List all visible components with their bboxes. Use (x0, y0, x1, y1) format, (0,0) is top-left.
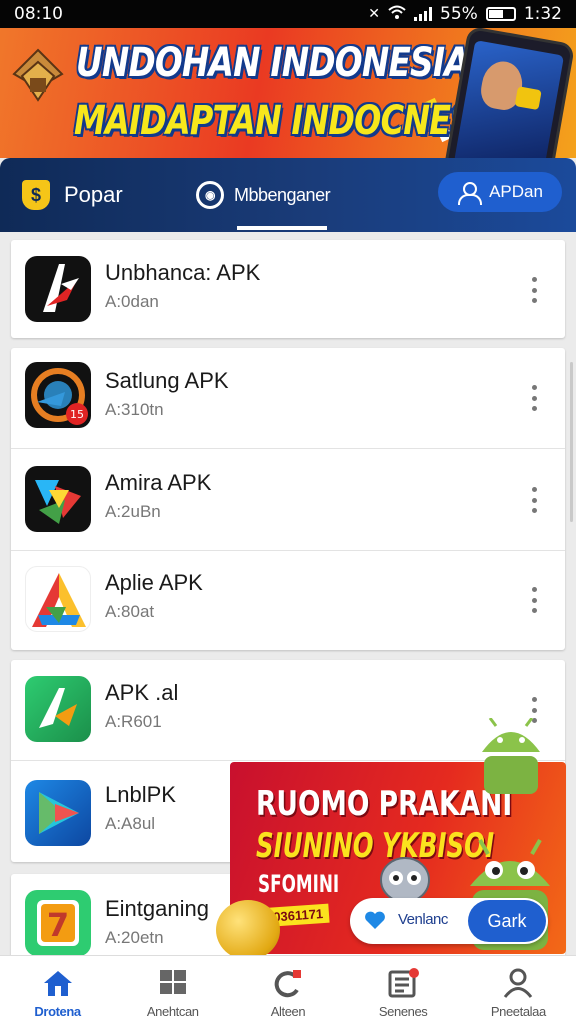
refresh-icon (274, 970, 301, 998)
heart-icon (365, 911, 385, 929)
top-promo-banner[interactable]: UNDOHAN INDONESIA MAIDAPTAN INDOCNESIA (0, 28, 576, 158)
app-subtitle: A:80at (105, 602, 155, 621)
bottom-navigation: Drotena Anehtcan Alteen Senenes Pneetala… (0, 955, 576, 1024)
apk-button-label: APDan (489, 182, 543, 201)
tab-popular-label: Popar (64, 182, 123, 207)
more-options-icon[interactable] (529, 277, 539, 303)
status-time-left: 08:10 (14, 4, 63, 24)
app-screen: 08:10 ✕ 55% 1:32 UNDOHAN INDONESIA MAIDA… (0, 0, 576, 1024)
app-name: Aplie APK (105, 570, 203, 595)
status-bar: 08:10 ✕ 55% 1:32 (0, 0, 576, 28)
green-arrow-app-icon (25, 676, 91, 742)
app-name: LnblPK (105, 782, 176, 807)
trophy-icon: $ (22, 180, 50, 210)
app-subtitle: A:A8ul (105, 814, 156, 833)
svg-text:15: 15 (70, 408, 84, 421)
more-options-icon[interactable] (529, 385, 539, 411)
app-subtitle: A:R601 (105, 712, 162, 731)
red-arrow-app-icon (25, 256, 91, 322)
promo-caption: SFOMINI (258, 870, 340, 898)
signal-icon (414, 7, 433, 21)
seven-card-app-icon: 7 (25, 890, 91, 956)
battery-percent: 55% (440, 4, 478, 24)
list-item[interactable]: Aplie APK A:80at (11, 550, 565, 650)
app-name: Satlung APK (105, 368, 229, 393)
nav-item-grid[interactable]: Anehtcan (115, 956, 230, 1024)
app-subtitle: A:310tn (105, 400, 164, 419)
promo-go-button[interactable]: Gark (468, 900, 546, 942)
profile-icon (504, 968, 533, 998)
tab-middle[interactable]: ◉ Mbbenganer (196, 158, 331, 232)
promo-headline: RUOMO PRAKANI (256, 784, 513, 824)
app-subtitle: A:20etn (105, 928, 164, 947)
tab-popular[interactable]: $ Popar (22, 158, 123, 232)
nav-item-refresh[interactable]: Alteen (230, 956, 345, 1024)
more-options-icon[interactable] (529, 587, 539, 613)
dashboard-app-icon: 15 (25, 362, 91, 428)
nav-item-profile[interactable]: Pneetalaa (461, 956, 576, 1024)
app-name: Eintganing (105, 896, 209, 921)
app-subtitle: A:0dan (105, 292, 159, 311)
nav-label: Drotena (34, 1004, 81, 1019)
list-item[interactable]: Unbhanca: APK A:0dan (11, 240, 565, 340)
status-indicators: ✕ 55% 1:32 (368, 4, 562, 24)
android-robot-icon (482, 718, 540, 794)
status-time-right: 1:32 (523, 4, 562, 24)
nav-item-news[interactable]: Senenes (346, 956, 461, 1024)
gold-coin-icon (216, 900, 280, 960)
banner-subheadline: MAIDAPTAN INDOCNESIA (74, 98, 508, 144)
apk-account-button[interactable]: APDan (438, 172, 562, 212)
nav-label: Pneetalaa (490, 1004, 546, 1019)
rainbow-a-app-icon (25, 566, 91, 632)
active-tab-indicator (237, 226, 327, 230)
play-store-app-icon (25, 780, 91, 846)
list-item[interactable]: Amira APK A:2uBn (11, 450, 565, 550)
home-icon (43, 971, 72, 996)
app-name: Amira APK (105, 470, 212, 495)
temple-logo-icon (12, 48, 64, 102)
banner-headline: UNDOHAN INDONESIA (76, 40, 470, 86)
more-options-icon[interactable] (529, 487, 539, 513)
scrollbar[interactable] (570, 362, 573, 522)
app-subtitle: A:2uBn (105, 502, 161, 521)
news-icon (388, 968, 420, 998)
app-name: Unbhanca: APK (105, 260, 261, 285)
mute-icon: ✕ (368, 6, 381, 22)
wifi-icon (388, 4, 406, 24)
tab-middle-label: Mbbenganer (234, 184, 331, 205)
app-name: APK .al (105, 680, 179, 705)
nav-item-home[interactable]: Drotena (0, 956, 115, 1024)
svg-text:7: 7 (47, 906, 69, 944)
nav-label: Alteen (270, 1004, 306, 1019)
grid-icon (159, 970, 186, 994)
nav-label: Senenes (378, 1004, 428, 1019)
nav-label: Anehtcan (146, 1004, 199, 1019)
battery-icon (485, 7, 516, 21)
promo-pill-label: Venlanc (398, 911, 448, 928)
user-icon (457, 181, 483, 205)
gamepad-icon: ◉ (196, 181, 224, 209)
list-item[interactable]: 15 Satlung APK A:310tn (11, 348, 565, 448)
divider (11, 448, 565, 449)
colorful-shapes-app-icon (25, 466, 91, 532)
